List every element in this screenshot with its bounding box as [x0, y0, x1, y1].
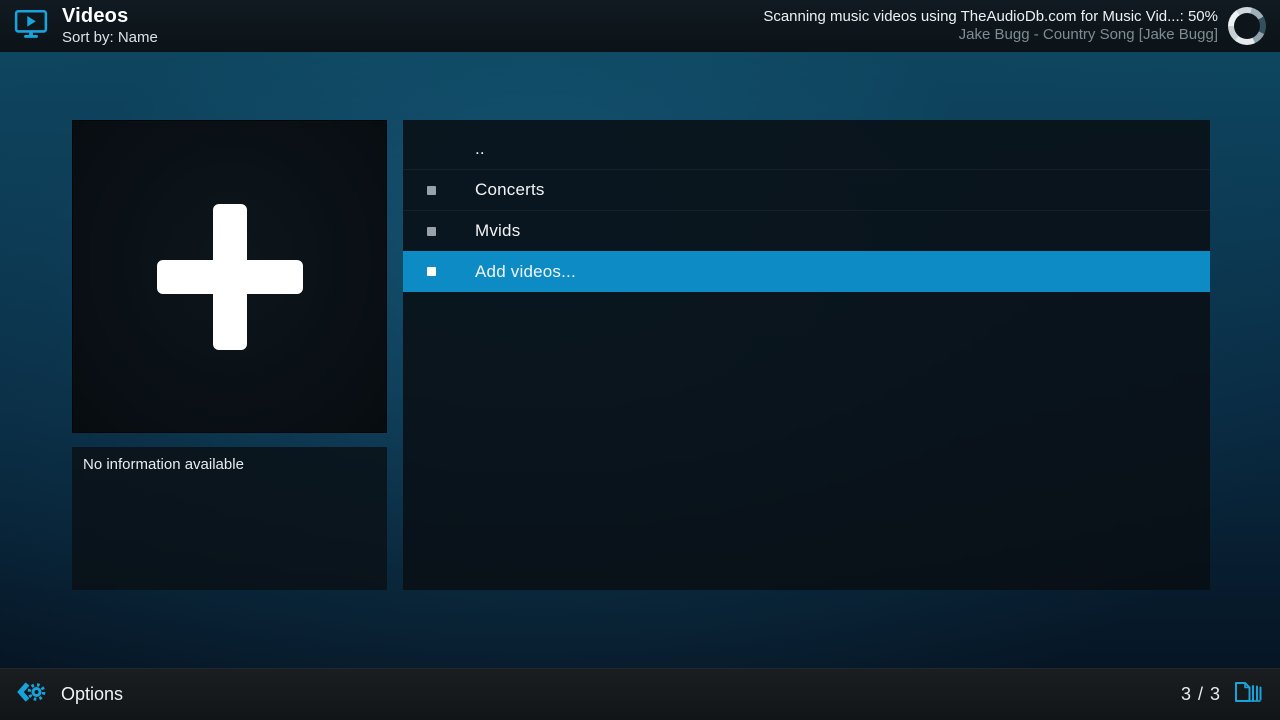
- square-bullet-icon: [427, 186, 436, 195]
- busy-spinner: [1228, 7, 1266, 45]
- video-monitor-play-icon: [14, 9, 48, 44]
- options-button[interactable]: Options: [16, 677, 123, 712]
- page-title: Videos: [62, 5, 158, 28]
- list-item-label: Mvids: [475, 221, 520, 241]
- thumbnail-add-videos: [72, 120, 387, 433]
- list-item-add-videos[interactable]: Add videos...: [403, 251, 1210, 292]
- scan-item-text: Jake Bugg - Country Song [Jake Bugg]: [959, 26, 1218, 44]
- sort-by-label: Sort by: Name: [62, 29, 158, 46]
- file-list: .. Concerts Mvids Add videos...: [403, 120, 1210, 590]
- options-label: Options: [61, 684, 123, 705]
- square-bullet-icon: [427, 227, 436, 236]
- info-panel: No information available: [72, 447, 387, 590]
- list-item-concerts[interactable]: Concerts: [403, 169, 1210, 210]
- list-item-mvids[interactable]: Mvids: [403, 210, 1210, 251]
- stacked-pages-icon: [1233, 678, 1264, 712]
- gear-chevron-icon: [16, 677, 46, 712]
- top-bar: Videos Sort by: Name Scanning music vide…: [0, 0, 1280, 52]
- kodi-screen: Videos Sort by: Name Scanning music vide…: [0, 0, 1280, 720]
- scan-status-text: Scanning music videos using TheAudioDb.c…: [763, 8, 1218, 26]
- list-item-parent-dir[interactable]: ..: [403, 128, 1210, 169]
- info-text: No information available: [83, 456, 244, 473]
- list-item-label: Add videos...: [475, 262, 576, 282]
- list-item-label: ..: [475, 139, 485, 159]
- bottom-bar: Options 3 / 3: [0, 668, 1280, 720]
- plus-icon: [157, 204, 303, 350]
- square-bullet-icon: [427, 267, 436, 276]
- list-item-label: Concerts: [475, 180, 545, 200]
- item-position: 3 / 3: [1181, 684, 1221, 705]
